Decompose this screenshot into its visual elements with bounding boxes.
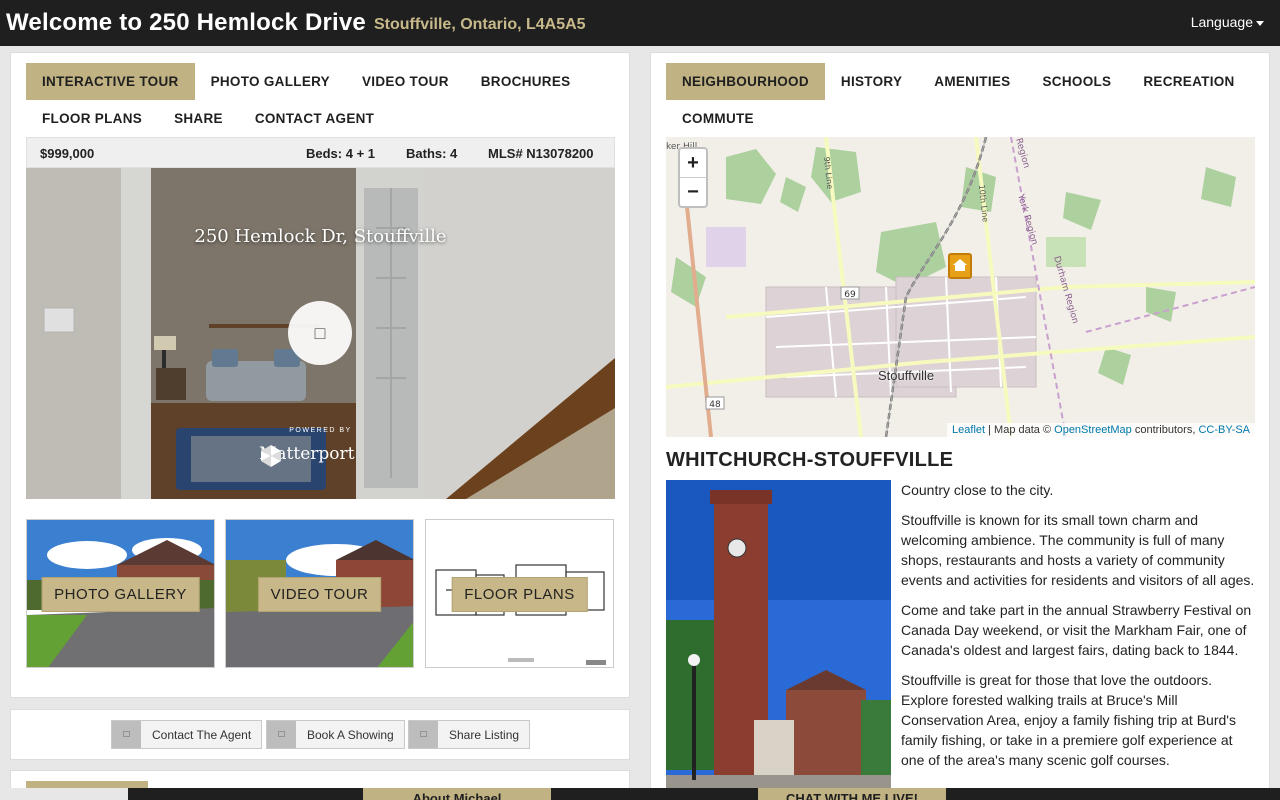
tab-neighbourhood[interactable]: NEIGHBOURHOOD (666, 63, 825, 100)
listing-info-bar: $999,000 Beds: 4 + 1 Baths: 4 MLS# N1307… (26, 137, 615, 168)
description-paragraph: Stouffville is known for its small town … (901, 512, 1255, 588)
photo-gallery-thumbnail[interactable]: PHOTO GALLERY (26, 519, 215, 668)
map-tiles: 69 48 9th Line 10th Line York Region Dur… (666, 137, 1255, 437)
floor-plans-label: FLOOR PLANS (451, 577, 588, 612)
footer-spacer (0, 788, 128, 800)
live-chat-tab[interactable]: CHAT WITH ME LIVE! (758, 788, 946, 800)
listing-tabs: INTERACTIVE TOUR PHOTO GALLERY VIDEO TOU… (26, 63, 626, 137)
powered-by-label: POWERED BY (289, 427, 352, 434)
clock-tower-image (666, 480, 891, 800)
matterport-logo: Matterport (259, 444, 354, 467)
book-showing-label: Book A Showing (307, 727, 394, 742)
listing-mls: MLS# N13078200 (488, 146, 594, 161)
tab-video-tour[interactable]: VIDEO TOUR (346, 63, 465, 100)
footer-bar (0, 788, 1280, 800)
calendar-icon: □ (267, 721, 296, 748)
tab-commute[interactable]: COMMUTE (666, 100, 770, 137)
tab-share[interactable]: SHARE (158, 100, 239, 137)
page-title: Welcome to 250 Hemlock Drive (6, 9, 366, 36)
neighbourhood-panel: NEIGHBOURHOOD HISTORY AMENITIES SCHOOLS … (650, 52, 1270, 800)
contact-icon: □ (112, 721, 141, 748)
floor-plans-thumbnail[interactable]: FLOOR PLANS (425, 519, 614, 668)
neighbourhood-title: WHITCHURCH-STOUFFVILLE (666, 449, 954, 471)
matterport-logo-icon (261, 445, 281, 467)
video-tour-label: VIDEO TOUR (257, 577, 382, 612)
description-paragraph: Come and take part in the annual Strawbe… (901, 602, 1252, 658)
leaflet-link[interactable]: Leaflet (952, 424, 985, 436)
map-town-label: Stouffville (878, 368, 935, 383)
tab-amenities[interactable]: AMENITIES (918, 63, 1026, 100)
map-attribution: Leaflet | Map data © OpenStreetMap contr… (947, 423, 1255, 437)
tab-interactive-tour[interactable]: INTERACTIVE TOUR (26, 63, 195, 100)
tab-schools[interactable]: SCHOOLS (1027, 63, 1128, 100)
share-listing-label: Share Listing (449, 727, 520, 742)
description-paragraph: Stouffville is great for those that love… (901, 672, 1236, 768)
play-icon[interactable]: □ (288, 301, 352, 365)
language-dropdown[interactable]: Language (1191, 14, 1264, 30)
tour-address-title: 250 Hemlock Dr, Stouffville (194, 226, 447, 247)
road-48-label: 48 (709, 400, 721, 410)
neighbourhood-description: Country close to the city. Stouffville i… (901, 480, 1259, 780)
clock-tower-photo (666, 480, 891, 800)
contact-agent-button[interactable]: □ Contact The Agent (111, 720, 263, 749)
caret-down-icon (1256, 20, 1264, 26)
video-tour-thumbnail[interactable]: VIDEO TOUR (225, 519, 414, 668)
tab-photo-gallery[interactable]: PHOTO GALLERY (195, 63, 346, 100)
tab-recreation[interactable]: RECREATION (1127, 63, 1250, 100)
zoom-out-button[interactable]: − (680, 178, 706, 207)
description-paragraph: Country close to the city. (901, 482, 1054, 498)
license-link[interactable]: CC-BY-SA (1198, 424, 1250, 436)
page-subtitle: Stouffville, Ontario, L4A5A5 (373, 15, 586, 33)
listing-actions-bar: □ Contact The Agent □ Book A Showing □ S… (10, 709, 630, 760)
house-marker-icon[interactable] (948, 253, 972, 279)
top-header: Welcome to 250 Hemlock Drive Stouffville… (0, 0, 1280, 46)
language-label: Language (1190, 14, 1253, 30)
tab-contact-agent[interactable]: CONTACT AGENT (239, 100, 390, 137)
map-zoom-control: + − (678, 147, 708, 208)
listing-beds: Beds: 4 + 1 (306, 146, 376, 161)
zoom-in-button[interactable]: + (680, 149, 706, 178)
contributors-text: contributors, (1131, 424, 1199, 436)
share-icon: □ (409, 721, 438, 748)
contact-agent-label: Contact The Agent (152, 727, 252, 742)
openstreetmap-link[interactable]: OpenStreetMap (1054, 424, 1132, 436)
tab-history[interactable]: HISTORY (825, 63, 918, 100)
map-data-text: | Map data © (985, 424, 1055, 436)
neighbourhood-tabs: NEIGHBOURHOOD HISTORY AMENITIES SCHOOLS … (666, 63, 1266, 137)
photo-gallery-label: PHOTO GALLERY (41, 577, 200, 612)
listing-price: $999,000 (40, 146, 95, 161)
tab-brochures[interactable]: BROCHURES (465, 63, 587, 100)
about-agent-tab[interactable]: About Michael (363, 788, 551, 800)
house-icon (953, 259, 967, 271)
interactive-tour-viewer[interactable]: 250 Hemlock Dr, Stouffville □ POWERED BY… (26, 168, 615, 499)
share-listing-button[interactable]: □ Share Listing (408, 720, 531, 749)
neighbourhood-map[interactable]: 69 48 9th Line 10th Line York Region Dur… (666, 137, 1255, 437)
listing-panel: INTERACTIVE TOUR PHOTO GALLERY VIDEO TOU… (10, 52, 630, 698)
tab-floor-plans[interactable]: FLOOR PLANS (26, 100, 158, 137)
road-69-label: 69 (844, 290, 856, 300)
listing-baths: Baths: 4 (406, 146, 458, 161)
book-showing-button[interactable]: □ Book A Showing (266, 720, 405, 749)
